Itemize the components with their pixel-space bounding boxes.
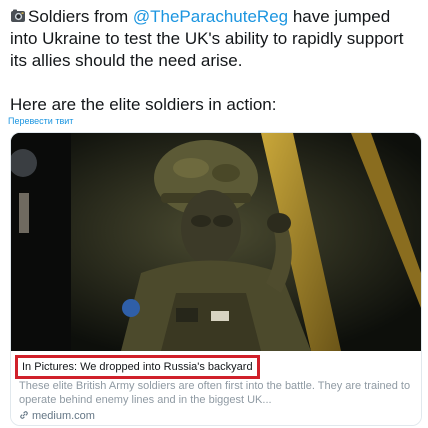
camera-icon — [10, 8, 26, 24]
card-domain[interactable]: medium.com — [19, 409, 95, 423]
soldier-photo — [11, 133, 421, 351]
tweet-paragraph-2: Here are the elite soldiers in action: — [10, 95, 277, 114]
tweet-paragraph-1: Soldiers from @TheParachuteReg have jump… — [10, 6, 420, 72]
card-body[interactable]: In Pictures: We dropped into Russia's ba… — [11, 351, 421, 425]
card-description: These elite British Army soldiers are of… — [19, 380, 411, 406]
mention-link[interactable]: @TheParachuteReg — [133, 7, 288, 26]
card-domain-label: medium.com — [32, 410, 95, 422]
translate-tweet-link[interactable]: Перевести твит — [8, 116, 73, 126]
link-card[interactable]: In Pictures: We dropped into Russia's ba… — [10, 132, 422, 426]
tweet-text: Soldiers from @TheParachuteReg have jump… — [10, 6, 420, 116]
card-image[interactable] — [11, 133, 421, 351]
tweet-text-prefix: Soldiers from — [28, 7, 133, 26]
link-icon — [19, 410, 29, 420]
card-title[interactable]: In Pictures: We dropped into Russia's ba… — [15, 355, 260, 379]
